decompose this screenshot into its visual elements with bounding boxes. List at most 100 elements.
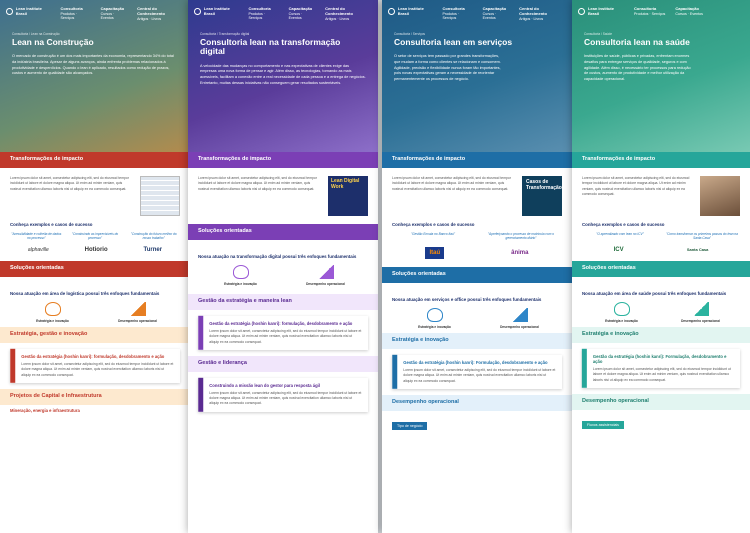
block-header: Desempenho operacional: [382, 394, 572, 411]
client-logo: Santa Casa: [686, 247, 709, 253]
nav-consultoria[interactable]: Consultoria Produtos · Serviços: [60, 6, 90, 21]
card-text: Lorem ipsum dolor sit amet, consectetur …: [209, 329, 362, 344]
solutions-section: Nossa atuação na transformação digital p…: [188, 240, 378, 294]
case-quote[interactable]: "Gestão Enxuta no Banco Itaú": [392, 232, 474, 241]
block-header: Projetos de Capital e Infraestrutura: [0, 388, 190, 405]
logo-icon: [194, 7, 201, 15]
card-tag: [198, 316, 204, 350]
section-header: Transformações de impacto: [382, 152, 572, 168]
nav-central[interactable]: Central do Conhecimento Artigos · Livros: [137, 6, 184, 21]
card-text: Lorem ipsum dolor sit amet, consectetur …: [209, 390, 362, 406]
nav-consultoria[interactable]: Consultoria Produtos · Serviços: [634, 6, 665, 16]
solution-card[interactable]: Gestão da estratégia (hoshin kanri): For…: [582, 348, 740, 388]
main-nav: Consultoria Produtos · Serviços Capacitaç…: [442, 6, 566, 21]
lorem-text: Lorem ipsum dolor sit amet, consectetur …: [392, 176, 511, 191]
client-logo: ânima: [511, 249, 529, 256]
solution-card[interactable]: Construindo a missão lean do gestor para…: [198, 377, 368, 412]
collage: Consultoria / Lean na Construção Lean na…: [0, 0, 750, 533]
breadcrumb[interactable]: Consultoria / Serviços: [394, 32, 425, 36]
block-header: Gestão e liderança: [188, 355, 378, 372]
chart-up-icon: [129, 301, 146, 316]
chip[interactable]: Fluxos assistenciais: [582, 420, 624, 429]
header: Lean Institute Brasil Consultoria Produto…: [382, 0, 572, 30]
page-title: Consultoria lean em serviços: [394, 37, 513, 47]
lightbulb-icon: [426, 307, 443, 322]
client-logo: Itaú: [425, 246, 445, 259]
section-header: Soluções orientadas: [188, 224, 378, 240]
card-title: Gestão da estratégia (hoshin kanri): for…: [209, 321, 353, 326]
lorem-text: Lorem ipsum dolor sit amet, consectetur …: [198, 176, 317, 191]
header: Lean Institute Brasil Consultoria Produto…: [572, 0, 750, 30]
solution-card[interactable]: Gestão da estratégia (hoshin kanri): for…: [10, 348, 180, 383]
client-logo: alphaville: [27, 246, 49, 253]
block-header: Estratégia e inovação: [572, 326, 750, 343]
case-quote[interactable]: "O aprendizado com lean no ICV": [582, 232, 658, 241]
solution-item[interactable]: Estratégia e inovação: [211, 265, 271, 286]
logo[interactable]: Lean Institute Brasil: [194, 6, 240, 16]
nav-capacitacao[interactable]: Capacitação Cursos · Eventos: [101, 6, 128, 21]
chip[interactable]: Tipo de negócio: [392, 421, 428, 430]
logo[interactable]: Lean Institute Brasil: [388, 6, 434, 16]
case-quote[interactable]: "Construção do futuro melhor do nosso tr…: [127, 232, 180, 241]
header: Lean Institute Brasil Consultoria Produto…: [0, 0, 190, 30]
chart-up-icon: [317, 265, 334, 279]
cases-title: Conheça exemplos e casos de sucesso: [392, 222, 475, 227]
section-header: Soluções orientadas: [572, 260, 750, 277]
card-tag: [392, 354, 398, 389]
breadcrumb[interactable]: Consultoria / Saúde: [584, 32, 612, 36]
page-health: Consultoria / Saúde Consultoria lean na …: [572, 0, 750, 533]
solution-item[interactable]: Desempenho operacional: [490, 307, 550, 329]
breadcrumb[interactable]: Consultoria / Transformação digital: [200, 32, 249, 36]
chart-up-icon: [692, 301, 709, 316]
impact-section: Lorem ipsum dolor sit amet, consectetur …: [0, 168, 190, 261]
lightbulb-icon: [232, 265, 249, 279]
nav-consultoria[interactable]: Consultoria Produtos · Serviços: [442, 6, 472, 21]
logo-icon: [6, 7, 13, 15]
solution-item[interactable]: Estratégia e inovação: [405, 307, 465, 329]
section-header: Transformações de impacto: [188, 152, 378, 168]
block-header: Desempenho operacional: [572, 393, 750, 410]
solution-item[interactable]: Desempenho operacional: [296, 265, 356, 286]
logo[interactable]: Lean Institute Brasil: [6, 6, 52, 16]
solutions-title: Nossa atuação em área de saúde possui tr…: [582, 290, 727, 296]
card-title: Gestão da estratégia (hoshin kanri): for…: [21, 353, 165, 359]
main-nav: Consultoria Produtos · Serviços Capacitaç…: [60, 6, 184, 21]
solution-card[interactable]: Gestão da estratégia (hoshin kanri): for…: [198, 316, 368, 350]
solutions-section: Nossa atuação em área de logística possu…: [0, 277, 190, 327]
page-services: Consultoria / Serviços Consultoria lean …: [382, 0, 572, 533]
section-header: Soluções orientadas: [382, 266, 572, 283]
solutions-section: Nossa atuação em serviços e office possu…: [382, 283, 572, 333]
case-quote[interactable]: "Como transformar os primeiros passos do…: [664, 232, 740, 241]
impact-section: Lorem ipsum dolor sit amet, consectetur …: [572, 168, 750, 261]
nav-capacitacao[interactable]: Capacitação Cursos · Eventos: [289, 6, 316, 21]
nav-capacitacao[interactable]: Capacitação Cursos · Eventos: [675, 6, 703, 16]
nav-capacitacao[interactable]: Capacitação Cursos · Eventos: [483, 6, 510, 21]
solution-item[interactable]: Desempenho operacional: [671, 301, 731, 323]
logo-icon: [578, 7, 585, 15]
section-header: Soluções orientadas: [0, 260, 190, 277]
breadcrumb[interactable]: Consultoria / Lean na Construção: [12, 32, 60, 36]
lightbulb-icon: [44, 301, 61, 316]
case-quote[interactable]: "Aperfeiçoando o processo de matrícula c…: [480, 232, 562, 241]
case-quote[interactable]: "Acessibilidade e colheita de dados no p…: [10, 232, 63, 241]
nav-consultoria[interactable]: Consultoria Produtos · Serviços: [248, 6, 278, 21]
client-logo: ICV: [613, 246, 624, 253]
card-title: Mineração, energia e infraestrutura: [10, 407, 80, 413]
grid-image: [140, 176, 180, 216]
card-tag: [582, 348, 587, 388]
card-tag: [10, 348, 16, 383]
solution-item[interactable]: Desempenho operacional: [108, 301, 168, 323]
logo[interactable]: Lean Institute Brasil: [578, 6, 626, 16]
client-logo: Hotiorio: [84, 246, 108, 253]
nav-central[interactable]: Central do Conhecimento Artigos · Livros: [325, 6, 372, 21]
page-digital: Consultoria / Transformação digital Cons…: [188, 0, 378, 533]
solution-item[interactable]: Estratégia e inovação: [23, 301, 83, 323]
solution-card[interactable]: Gestão da estratégia (hoshin kanri): For…: [392, 354, 562, 389]
solutions-section: Nossa atuação em área de saúde possui tr…: [572, 277, 750, 327]
cases-title: Conheça exemplos e casos de sucesso: [582, 222, 665, 227]
nav-central[interactable]: Central do Conhecimento Artigos · Livros: [519, 6, 566, 21]
section-header: Transformações de impacto: [572, 152, 750, 168]
solution-item[interactable]: Estratégia e inovação: [592, 301, 652, 323]
card-text: Lorem ipsum dolor sit amet, consectetur …: [403, 367, 556, 383]
case-quote[interactable]: "Construindo as imprevisíveis do process…: [69, 232, 122, 241]
